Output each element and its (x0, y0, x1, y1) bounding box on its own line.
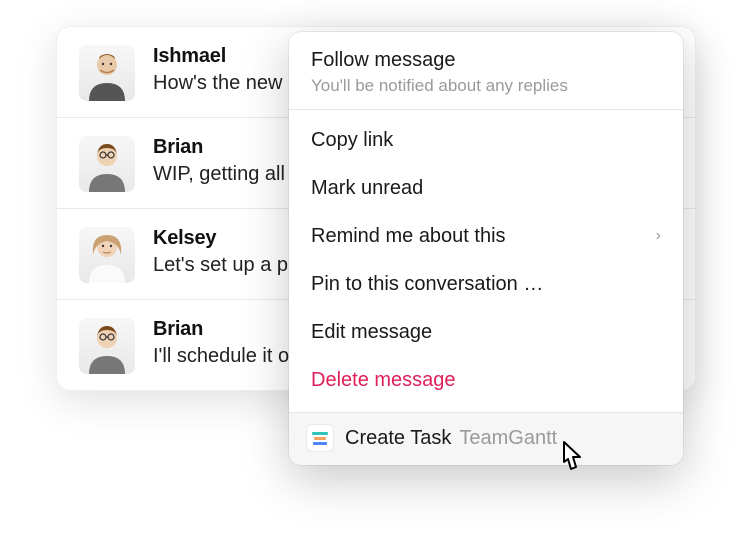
menu-item-label: Delete message (311, 364, 456, 396)
menu-item-delete[interactable]: Delete message (289, 356, 683, 404)
avatar (79, 318, 135, 374)
menu-item-edit[interactable]: Edit message (289, 308, 683, 356)
menu-item-label: Copy link (311, 124, 393, 156)
menu-item-label: Mark unread (311, 172, 423, 204)
menu-item-label: Follow message (311, 46, 661, 74)
menu-item-create-task[interactable]: Create Task TeamGantt (289, 413, 683, 465)
menu-item-subtitle: You'll be notified about any replies (311, 75, 661, 97)
menu-group: Copy link Mark unread Remind me about th… (289, 110, 683, 412)
menu-item-copy-link[interactable]: Copy link (289, 116, 683, 164)
menu-item-label: Pin to this conversation … (311, 268, 543, 300)
menu-item-pin[interactable]: Pin to this conversation … (289, 260, 683, 308)
chevron-right-icon: › (656, 223, 661, 249)
avatar (79, 136, 135, 192)
teamgantt-icon (307, 425, 333, 451)
menu-item-remind[interactable]: Remind me about this › (289, 212, 683, 260)
context-menu: Follow message You'll be notified about … (289, 32, 683, 465)
avatar (79, 227, 135, 283)
menu-item-label: Edit message (311, 316, 432, 348)
app-name: TeamGantt (459, 427, 557, 450)
menu-item-mark-unread[interactable]: Mark unread (289, 164, 683, 212)
menu-item-follow[interactable]: Follow message You'll be notified about … (289, 32, 683, 109)
avatar (79, 45, 135, 101)
menu-item-label: Remind me about this (311, 220, 506, 252)
app-action-label: Create Task (345, 427, 451, 450)
